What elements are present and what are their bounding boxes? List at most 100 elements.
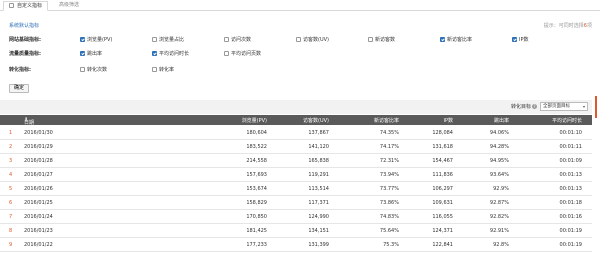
cell-bounce-rate: 92.82% <box>489 214 509 220</box>
tab-advanced-filter[interactable]: 高级筛选 <box>54 1 84 11</box>
table-row: 6 2016/01/25 158,829 117,371 73.86% 109,… <box>0 196 592 210</box>
option-visits[interactable]: 访问次数 <box>224 36 251 43</box>
cell-ip: 124,371 <box>432 228 453 234</box>
header-bounce-rate[interactable]: 跳出率 <box>494 117 509 124</box>
cell-bounce-rate: 92.9% <box>493 186 509 192</box>
cell-date: 2016/01/27 <box>24 172 53 178</box>
option-avg-pages[interactable]: 平均访问页数 <box>224 50 261 57</box>
option-bounce-rate[interactable]: 跳出率 <box>80 50 102 57</box>
cell-ip: 106,297 <box>432 186 453 192</box>
checkbox-icon[interactable] <box>152 51 157 56</box>
cell-date: 2016/01/28 <box>24 158 53 164</box>
header-ip[interactable]: IP数 <box>444 117 454 124</box>
checkbox-icon[interactable] <box>224 51 229 56</box>
checkbox-icon[interactable] <box>296 37 301 42</box>
table-row: 3 2016/01/28 214,558 165,838 72.31% 154,… <box>0 154 592 168</box>
cell-avg-duration: 00:01:19 <box>559 242 582 248</box>
cell-bounce-rate: 94.06% <box>489 130 509 136</box>
header-date[interactable]: 日期 ⬇ <box>24 117 34 126</box>
table-toolbar: 转化目标? 全部页面目标 <box>0 100 592 114</box>
row-index: 2 <box>9 144 13 150</box>
cell-ip: 154,467 <box>432 158 453 164</box>
header-uv[interactable]: 访客数(UV) <box>303 117 329 124</box>
filter-row-basic: 网站基础指标: 浏览量(PV) 浏览量占比 访问次数 访客数(UV) 新访客数 … <box>0 34 600 46</box>
table-row: 9 2016/01/22 177,233 131,399 75.3% 122,8… <box>0 238 592 252</box>
checkbox-icon[interactable] <box>368 37 373 42</box>
cell-new-visitor-ratio: 73.94% <box>379 172 399 178</box>
cell-date: 2016/01/29 <box>24 144 53 150</box>
option-uv[interactable]: 访客数(UV) <box>296 36 329 43</box>
cell-pv: 158,829 <box>246 200 267 206</box>
checkbox-icon[interactable] <box>152 67 157 72</box>
option-conversion-rate[interactable]: 转化率 <box>152 66 174 73</box>
cell-uv: 117,371 <box>308 200 329 206</box>
cell-avg-duration: 00:01:11 <box>559 144 582 150</box>
cell-date: 2016/01/24 <box>24 214 53 220</box>
cell-bounce-rate: 94.28% <box>489 144 509 150</box>
cell-uv: 124,990 <box>308 214 329 220</box>
checkbox-icon[interactable] <box>440 37 445 42</box>
table-row: 7 2016/01/24 170,850 124,990 74.83% 116,… <box>0 210 592 224</box>
cell-avg-duration: 00:01:09 <box>559 158 582 164</box>
cell-new-visitor-ratio: 75.3% <box>383 242 399 248</box>
option-avg-duration[interactable]: 平均访问时长 <box>152 50 189 57</box>
cell-new-visitor-ratio: 74.17% <box>379 144 399 150</box>
conversion-target-select[interactable]: 全部页面目标 <box>540 102 588 111</box>
help-icon[interactable]: ? <box>532 104 537 109</box>
checkbox-icon[interactable] <box>80 51 85 56</box>
checkbox-icon[interactable] <box>152 37 157 42</box>
option-pv[interactable]: 浏览量(PV) <box>80 36 112 43</box>
cell-avg-duration: 00:01:19 <box>559 228 582 234</box>
confirm-button[interactable]: 确定 <box>9 84 30 93</box>
cell-uv: 165,838 <box>308 158 329 164</box>
cell-date: 2016/01/23 <box>24 228 53 234</box>
option-conversions[interactable]: 转化次数 <box>80 66 107 73</box>
cell-pv: 181,425 <box>246 228 267 234</box>
filter-row-label: 网站基础指标: <box>9 37 42 43</box>
checkbox-icon[interactable] <box>80 67 85 72</box>
row-index: 1 <box>9 130 13 136</box>
cell-ip: 116,055 <box>432 214 453 220</box>
cell-bounce-rate: 94.95% <box>489 158 509 164</box>
row-index: 6 <box>9 200 13 206</box>
cell-uv: 119,291 <box>308 172 329 178</box>
header-pv[interactable]: 浏览量(PV) <box>242 117 267 124</box>
option-new-visitor-ratio[interactable]: 新访客比率 <box>440 36 472 43</box>
table-header: 日期 ⬇ 浏览量(PV) 访客数(UV) 新访客比率 IP数 跳出率 平均访问时… <box>0 115 592 126</box>
cell-pv: 153,674 <box>246 186 267 192</box>
tab-label: 高级筛选 <box>59 2 80 8</box>
filter-row-conversion: 转化指标: 转化次数 转化率 <box>0 64 600 76</box>
cell-ip: 109,631 <box>432 200 453 206</box>
cell-pv: 177,233 <box>246 242 267 248</box>
table-row: 2 2016/01/29 183,522 141,120 74.17% 131,… <box>0 140 592 154</box>
tab-custom-metrics[interactable]: 自定义指标 <box>3 1 49 11</box>
cell-date: 2016/01/22 <box>24 242 53 248</box>
cell-pv: 214,558 <box>246 158 267 164</box>
filter-row-label: 流量质量指标: <box>9 51 42 57</box>
header-new-visitor-ratio[interactable]: 新访客比率 <box>374 117 399 124</box>
cell-uv: 141,120 <box>308 144 329 150</box>
cell-bounce-rate: 92.87% <box>489 200 509 206</box>
cell-date: 2016/01/30 <box>24 130 53 136</box>
cell-avg-duration: 00:01:13 <box>559 186 582 192</box>
checkbox-icon[interactable] <box>80 37 85 42</box>
cell-ip: 128,084 <box>432 130 453 136</box>
row-index: 3 <box>9 158 13 164</box>
option-ip[interactable]: IP数 <box>512 36 529 43</box>
option-new-visitors[interactable]: 新访客数 <box>368 36 395 43</box>
row-index: 5 <box>9 186 13 192</box>
cell-pv: 157,693 <box>246 172 267 178</box>
table-row: 1 2016/01/30 180,604 137,867 74.35% 128,… <box>0 126 592 140</box>
cell-new-visitor-ratio: 73.86% <box>379 200 399 206</box>
checkbox-icon[interactable] <box>512 37 517 42</box>
cell-avg-duration: 00:01:16 <box>559 214 582 220</box>
row-index: 4 <box>9 172 13 178</box>
cell-new-visitor-ratio: 75.64% <box>379 228 399 234</box>
table-row: 5 2016/01/26 153,674 113,514 73.77% 106,… <box>0 182 592 196</box>
cell-avg-duration: 00:01:18 <box>559 200 582 206</box>
header-avg-duration[interactable]: 平均访问时长 <box>552 117 582 124</box>
option-pv-ratio[interactable]: 浏览量占比 <box>152 36 184 43</box>
cell-avg-duration: 00:01:10 <box>559 130 582 136</box>
checkbox-icon[interactable] <box>224 37 229 42</box>
chevron-down-icon <box>583 106 585 108</box>
